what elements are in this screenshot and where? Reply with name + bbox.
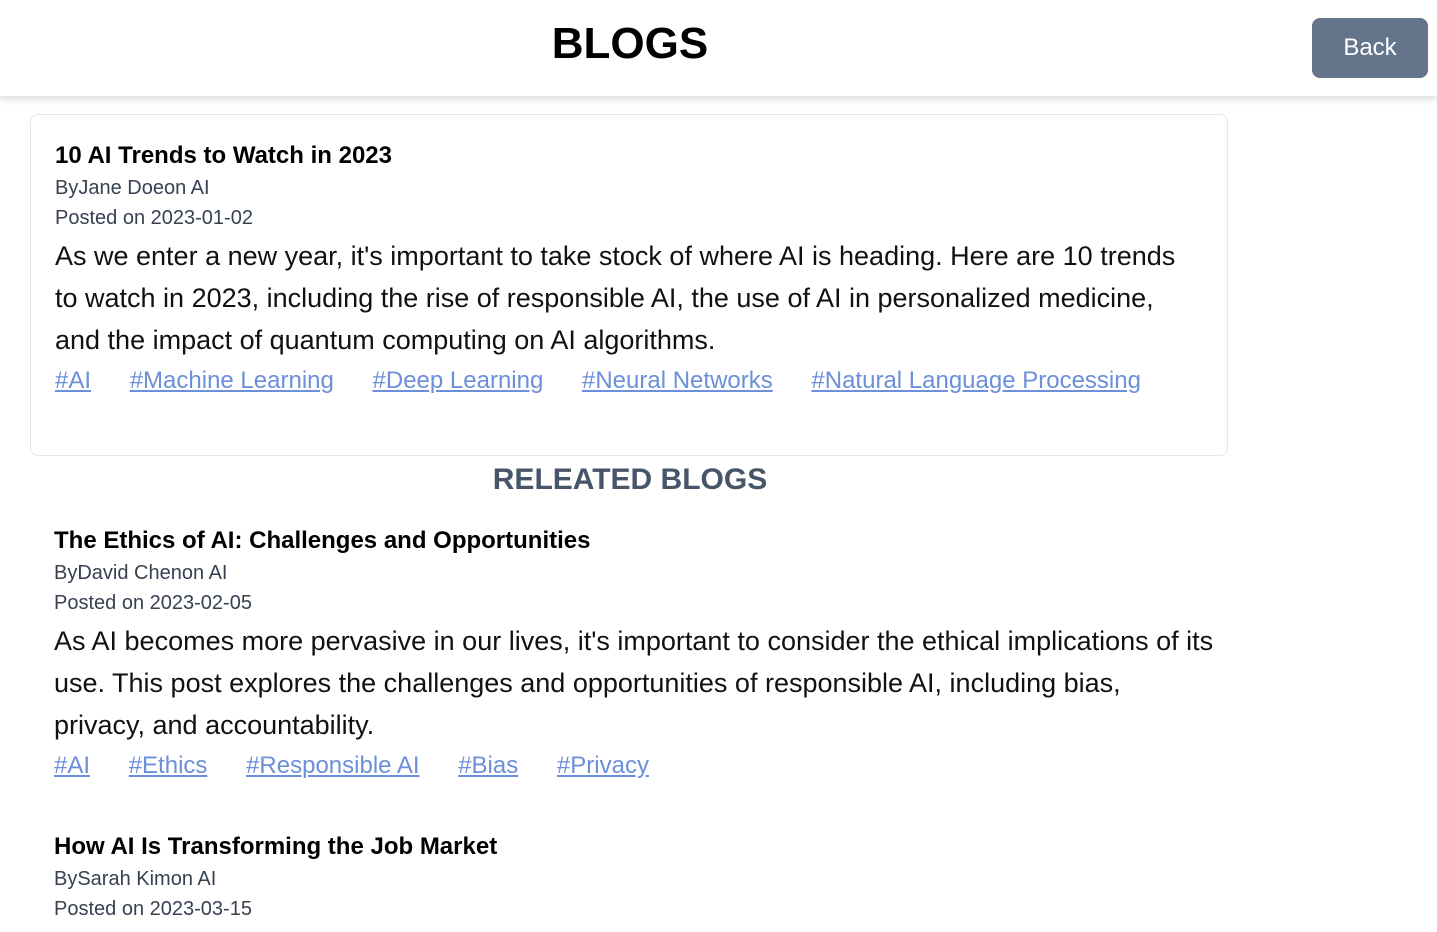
post-body: As we enter a new year, it's important t…	[55, 241, 1176, 355]
tag-link[interactable]: #AI	[54, 752, 90, 779]
tag-list: #AI #Ethics #Responsible AI #Bias #Priva…	[54, 748, 1214, 784]
date-value: 2023-01-02	[150, 207, 253, 229]
tag-list: #AI #Machine Learning #Deep Learning #Ne…	[55, 363, 1205, 399]
author-prefix: By	[55, 177, 79, 199]
top-header: BLOGS Back	[0, 0, 1437, 97]
tag-link[interactable]: #Deep Learning	[373, 367, 544, 394]
post-date: Posted on 2023-03-15	[54, 894, 1214, 924]
post-author: BySarah Kimon AI	[54, 864, 1214, 894]
related-post: How AI Is Transforming the Job Market By…	[54, 830, 1214, 924]
category-prefix: on	[181, 562, 205, 584]
author-prefix: By	[54, 562, 78, 584]
category-prefix: on	[163, 177, 187, 199]
tag-link[interactable]: #Responsible AI	[246, 752, 419, 779]
post-title[interactable]: How AI Is Transforming the Job Market	[54, 830, 1214, 864]
category-prefix: on	[170, 868, 193, 890]
author-name: Jane Doe	[78, 177, 164, 199]
post-author: ByDavid Chenon AI	[54, 558, 1214, 588]
tag-link[interactable]: #Natural Language Processing	[811, 367, 1141, 394]
tag-link[interactable]: #Neural Networks	[582, 367, 773, 394]
post-author: ByJane Doeon AI	[55, 173, 1205, 203]
date-value: 2023-02-05	[149, 592, 252, 614]
tag-link[interactable]: #Machine Learning	[130, 367, 334, 394]
back-button[interactable]: Back	[1312, 18, 1428, 78]
tag-link[interactable]: #Privacy	[557, 752, 649, 779]
page-title: BLOGS	[551, 19, 709, 68]
related-post: The Ethics of AI: Challenges and Opportu…	[54, 524, 1214, 784]
tag-link[interactable]: #AI	[55, 367, 91, 394]
post-title: 10 AI Trends to Watch in 2023	[55, 142, 392, 169]
category-name: AI	[208, 562, 228, 584]
date-value: 2023-03-15	[149, 898, 252, 920]
post-date: Posted on 2023-01-02	[55, 203, 1205, 233]
author-prefix: By	[54, 868, 78, 890]
author-name: Sarah Kim	[77, 868, 171, 890]
tag-link[interactable]: #Bias	[458, 752, 518, 779]
main-post: 10 AI Trends to Watch in 2023 ByJane Doe…	[55, 139, 1205, 399]
main-blog-card: 10 AI Trends to Watch in 2023 ByJane Doe…	[30, 114, 1228, 456]
post-date: Posted on 2023-02-05	[54, 588, 1214, 618]
author-name: David Chen	[77, 562, 182, 584]
date-prefix: Posted on	[54, 592, 145, 614]
date-prefix: Posted on	[54, 898, 145, 920]
post-title[interactable]: The Ethics of AI: Challenges and Opportu…	[54, 524, 1214, 558]
tag-link[interactable]: #Ethics	[129, 752, 208, 779]
post-body: As AI becomes more pervasive in our live…	[54, 626, 1214, 740]
category-name: AI	[197, 868, 217, 890]
category-name: AI	[190, 177, 210, 199]
related-blogs-heading: RELEATED BLOGS	[492, 463, 768, 496]
date-prefix: Posted on	[55, 207, 146, 229]
